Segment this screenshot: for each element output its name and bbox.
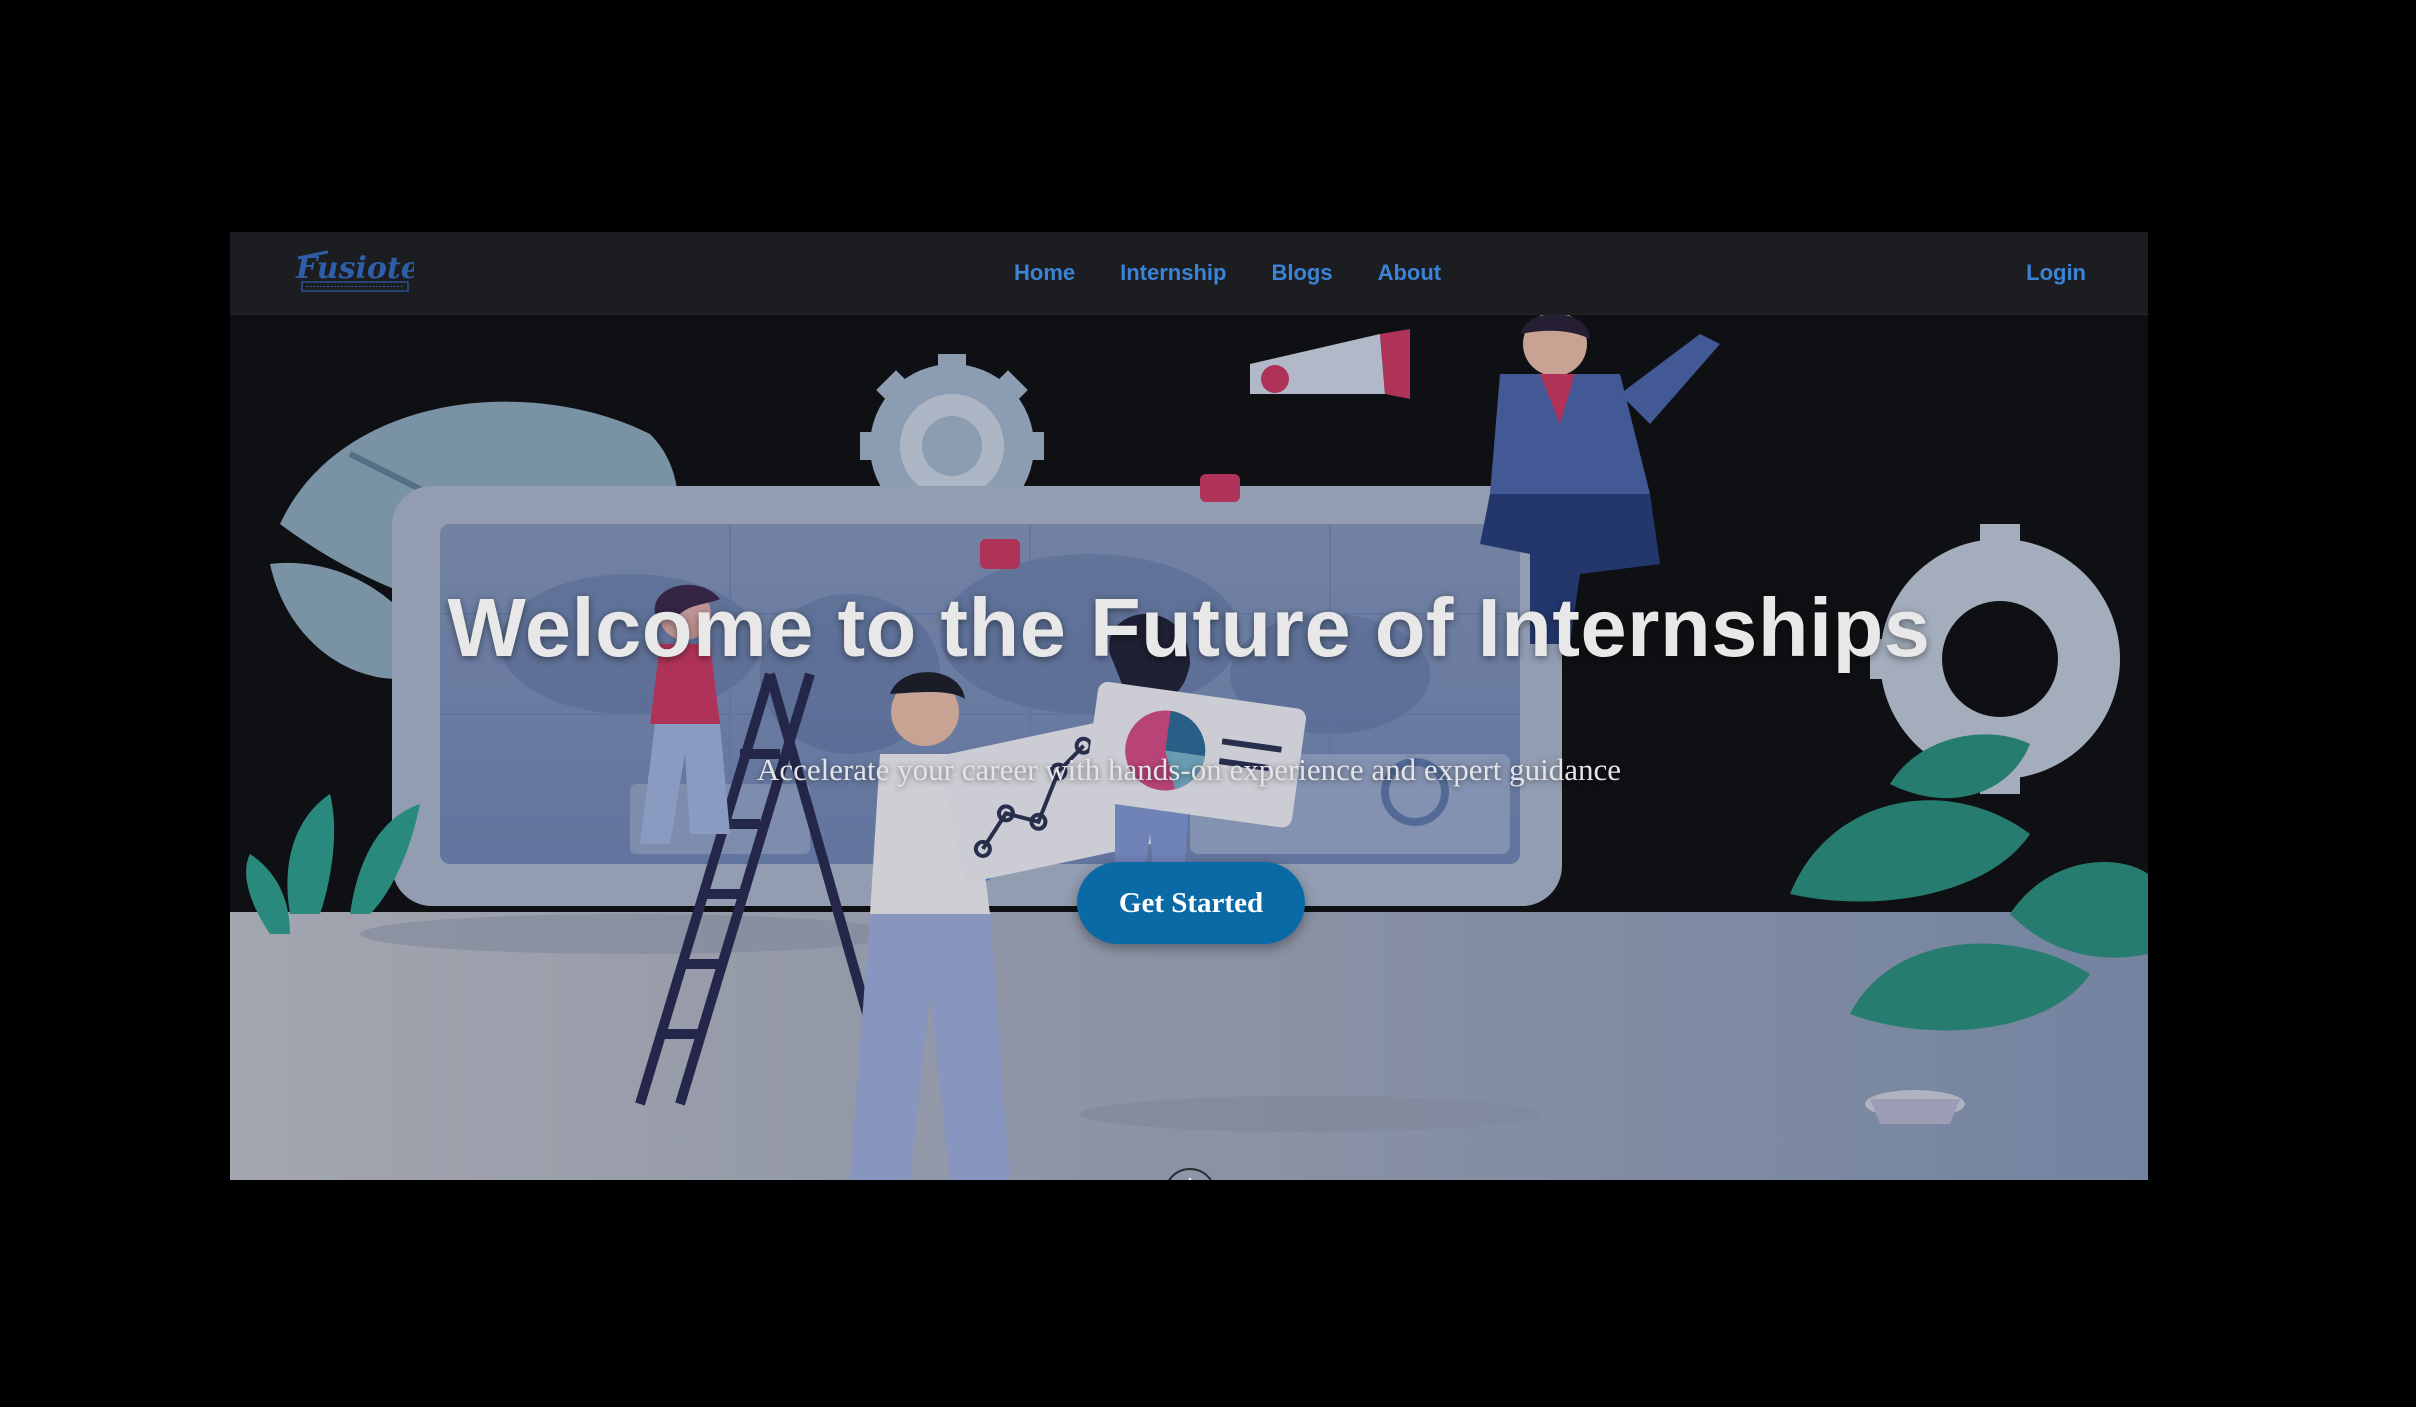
get-started-button[interactable]: Get Started xyxy=(1077,862,1305,944)
brand-logo[interactable]: Fusiotech xyxy=(294,242,414,302)
nav-link-home[interactable]: Home xyxy=(1014,260,1075,286)
hero-overlay xyxy=(230,314,2148,1180)
navbar: Fusiotech Home Internship Blogs About Lo… xyxy=(230,232,2148,315)
hero-subtitle: Accelerate your career with hands-on exp… xyxy=(756,752,1622,787)
nav-link-internship[interactable]: Internship xyxy=(1120,260,1226,286)
hero-title: Welcome to the Future of Internships xyxy=(447,581,1931,674)
login-link[interactable]: Login xyxy=(2026,232,2086,314)
hero-section: Welcome to the Future of Internships Acc… xyxy=(230,314,2148,1180)
page-frame: Fusiotech Home Internship Blogs About Lo… xyxy=(230,232,2148,1180)
nav-links: Home Internship Blogs About xyxy=(1014,232,1441,314)
arrow-down-icon: ↓ xyxy=(1179,1174,1201,1180)
nav-link-blogs[interactable]: Blogs xyxy=(1271,260,1332,286)
nav-link-about[interactable]: About xyxy=(1378,260,1442,286)
